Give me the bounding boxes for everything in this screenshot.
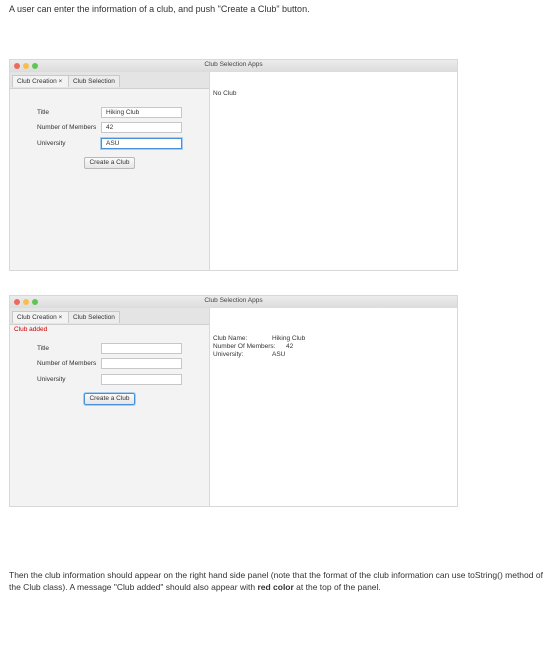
members-label: Number of Members [37, 124, 97, 131]
university-label: University [37, 140, 66, 147]
club-university-value: ASU [272, 351, 286, 358]
tab-bar: Club Creation × Club Selection [10, 308, 209, 325]
title-input[interactable] [101, 343, 182, 354]
no-club-text: No Club [213, 90, 237, 97]
club-info-pane: No Club [210, 72, 457, 270]
club-members-label: Number Of Members: [213, 343, 276, 350]
create-club-button[interactable]: Create a Club [84, 393, 135, 405]
university-input[interactable] [101, 374, 182, 385]
outro-text: Then the club information should appear … [9, 569, 544, 593]
outro-text-bold: red color [257, 582, 294, 592]
university-label: University [37, 376, 66, 383]
window-title: Club Selection Apps [204, 297, 263, 304]
window-title: Club Selection Apps [204, 61, 263, 68]
tab-club-selection[interactable]: Club Selection [68, 75, 120, 87]
members-input[interactable] [101, 358, 182, 369]
club-creation-pane: Club Creation × Club Selection Title Hik… [10, 72, 210, 270]
title-label: Title [37, 345, 50, 352]
intro-text: A user can enter the information of a cl… [9, 4, 310, 14]
create-club-button[interactable]: Create a Club [84, 157, 135, 169]
club-name-label: Club Name: [213, 335, 248, 342]
app-window-after: Club Selection Apps Club Creation × Club… [9, 295, 458, 507]
outro-text-part2: at the top of the panel. [293, 582, 381, 592]
club-creation-pane: Club Creation × Club Selection Club adde… [10, 308, 210, 506]
tab-club-creation[interactable]: Club Creation × [12, 75, 69, 87]
app-window-before: Club Selection Apps Club Creation × Club… [9, 59, 458, 271]
tab-bar: Club Creation × Club Selection [10, 72, 209, 89]
club-members-value: 42 [286, 343, 294, 350]
club-info-pane: Club Name: Hiking Club Number Of Members… [210, 308, 457, 506]
title-label: Title [37, 109, 50, 116]
tab-club-selection[interactable]: Club Selection [68, 311, 120, 323]
club-university-label: University: [213, 351, 244, 358]
tab-club-creation[interactable]: Club Creation × [12, 311, 69, 323]
members-label: Number of Members [37, 360, 97, 367]
club-name-value: Hiking Club [272, 335, 306, 342]
status-message: Club added [14, 326, 48, 333]
title-input[interactable]: Hiking Club [101, 107, 182, 118]
university-input[interactable]: ASU [101, 138, 182, 149]
members-input[interactable]: 42 [101, 122, 182, 133]
